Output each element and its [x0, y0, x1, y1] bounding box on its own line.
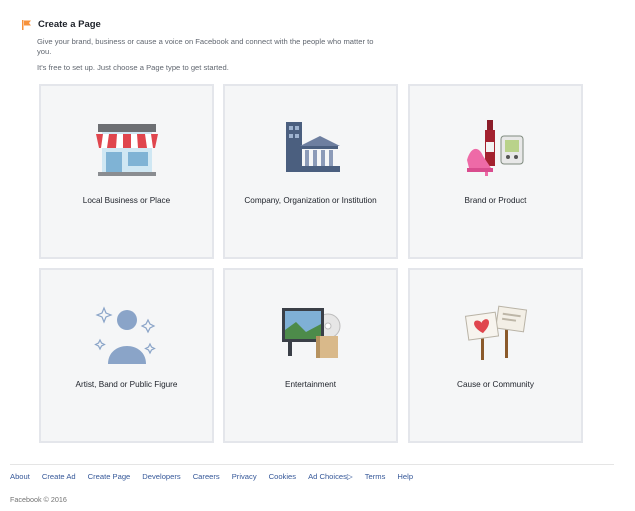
- footer-divider: [10, 464, 614, 465]
- person-sparkles-icon: [41, 300, 212, 364]
- flag-icon: [21, 18, 33, 30]
- tile-local-business[interactable]: Local Business or Place: [39, 84, 214, 259]
- footer-link-create-page[interactable]: Create Page: [88, 472, 131, 481]
- tile-label: Brand or Product: [464, 196, 527, 205]
- copyright: Facebook © 2016: [10, 495, 67, 504]
- footer-link-create-ad[interactable]: Create Ad: [42, 472, 76, 481]
- footer-link-developers[interactable]: Developers: [142, 472, 180, 481]
- tile-artist[interactable]: Artist, Band or Public Figure: [39, 268, 214, 443]
- footer-link-about[interactable]: About: [10, 472, 30, 481]
- page-subtext: It's free to set up. Just choose a Page …: [37, 63, 229, 72]
- tile-brand-product[interactable]: Brand or Product: [408, 84, 583, 259]
- tile-label: Local Business or Place: [82, 196, 171, 205]
- footer-link-help[interactable]: Help: [397, 472, 413, 481]
- tile-cause-community[interactable]: Cause or Community: [408, 268, 583, 443]
- footer-link-ad-choices[interactable]: Ad Choices▷: [308, 472, 353, 481]
- page-description: Give your brand, business or cause a voi…: [37, 37, 374, 56]
- footer-link-careers[interactable]: Careers: [193, 472, 220, 481]
- tile-label: Company, Organization or Institution: [244, 196, 377, 205]
- tile-company[interactable]: Company, Organization or Institution: [223, 84, 398, 259]
- page-header: Create a Page Give your brand, business …: [21, 17, 441, 72]
- footer-link-privacy[interactable]: Privacy: [232, 472, 257, 481]
- page-title: Create a Page: [38, 18, 101, 30]
- products-icon: [410, 116, 581, 180]
- tile-label: Cause or Community: [457, 380, 534, 389]
- storefront-icon: [41, 116, 212, 180]
- tile-label: Entertainment: [285, 380, 336, 389]
- footer-link-cookies[interactable]: Cookies: [269, 472, 296, 481]
- protest-signs-icon: [410, 300, 581, 364]
- page-type-grid: Local Business or Place Company, Organiz…: [39, 84, 583, 444]
- title-row: Create a Page: [21, 17, 441, 31]
- tile-entertainment[interactable]: Entertainment: [223, 268, 398, 443]
- buildings-icon: [225, 116, 396, 180]
- tv-media-icon: [225, 300, 396, 364]
- footer-links: About Create Ad Create Page Developers C…: [10, 472, 425, 481]
- footer-link-terms[interactable]: Terms: [365, 472, 386, 481]
- tile-label: Artist, Band or Public Figure: [75, 380, 178, 389]
